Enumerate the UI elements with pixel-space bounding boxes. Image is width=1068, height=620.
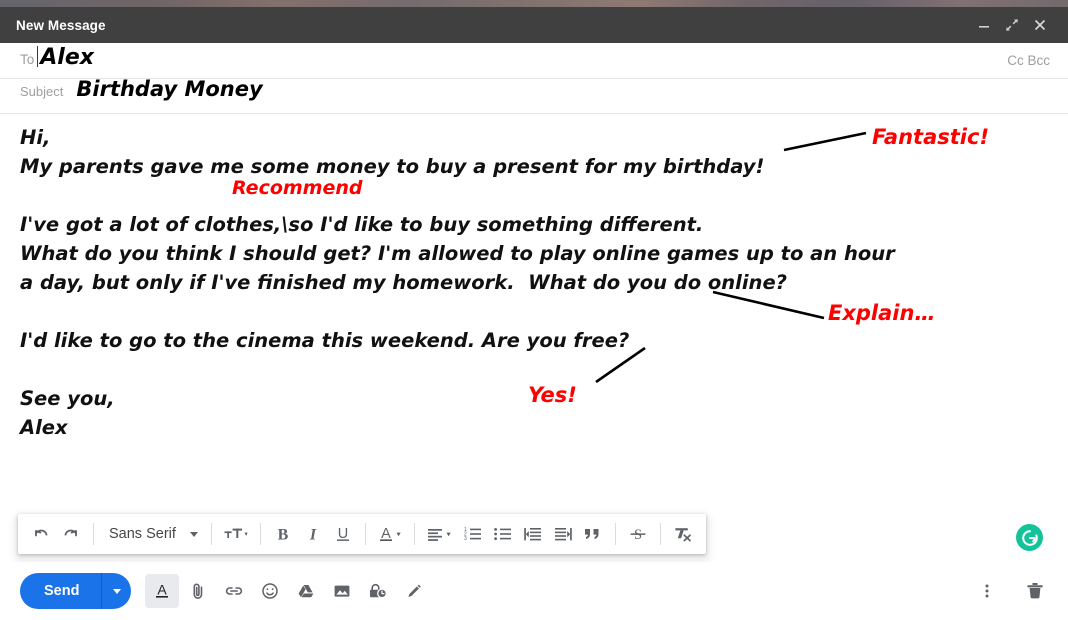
remove-formatting-button[interactable] (668, 518, 698, 550)
font-family-value: Sans Serif (109, 526, 176, 542)
compose-window-title: New Message (16, 17, 106, 33)
svg-text:I: I (309, 527, 317, 544)
toolbar-divider (614, 523, 616, 545)
send-button-group: Send (20, 573, 132, 609)
more-options-button[interactable] (970, 574, 1004, 608)
insert-photo-button[interactable] (325, 574, 359, 608)
window-controls (970, 11, 1054, 39)
annotation-fantastic: Fantastic! (872, 125, 990, 149)
annotation-explain: Explain… (828, 301, 936, 325)
confidential-mode-button[interactable] (361, 574, 395, 608)
insert-emoji-button[interactable] (253, 574, 287, 608)
indent-less-button[interactable] (518, 518, 548, 550)
indent-more-button[interactable] (548, 518, 578, 550)
chevron-down-icon (112, 588, 121, 594)
compose-action-icons: A (145, 574, 431, 608)
svg-text:3: 3 (464, 536, 467, 542)
toolbar-divider (364, 523, 366, 545)
bold-button[interactable]: B (268, 518, 298, 550)
toolbar-divider (93, 523, 94, 545)
svg-text:B: B (278, 527, 289, 544)
svg-text:A: A (158, 582, 168, 598)
insert-drive-file-button[interactable] (289, 574, 323, 608)
font-size-select[interactable] (219, 518, 253, 550)
quote-button[interactable] (578, 518, 608, 550)
to-label: To (20, 52, 35, 67)
cc-bcc-toggle[interactable]: Cc Bcc (1007, 53, 1050, 68)
undo-icon[interactable] (26, 518, 56, 550)
subject-input[interactable]: Birthday Money (76, 79, 1050, 100)
subject-label: Subject (20, 84, 64, 99)
formatting-options-button[interactable]: A (145, 574, 180, 608)
text-color-button[interactable]: A (373, 518, 407, 550)
italic-button[interactable]: I (298, 518, 328, 550)
minimize-button[interactable] (970, 11, 998, 39)
send-button[interactable]: Send (20, 573, 102, 609)
compose-title-bar: New Message (0, 7, 1068, 43)
toolbar-divider (413, 523, 415, 545)
bulleted-list-button[interactable] (488, 518, 518, 550)
send-options-button[interactable] (101, 573, 132, 609)
numbered-list-button[interactable]: 123 (458, 518, 488, 550)
annotation-recommend: Recommend (232, 177, 363, 199)
font-family-select[interactable]: Sans Serif (101, 518, 204, 550)
gmail-compose-window: New Message To Alex Cc Bcc Subject Birth… (0, 0, 1068, 620)
desktop-background-strip (0, 0, 1068, 7)
popout-button[interactable] (998, 11, 1026, 39)
chevron-down-icon (189, 531, 198, 537)
to-field-row[interactable]: To Alex Cc Bcc (0, 43, 1068, 79)
toolbar-divider (659, 523, 661, 545)
strikethrough-button[interactable]: S (623, 518, 653, 550)
annotation-yes: Yes! (528, 383, 577, 407)
close-button[interactable] (1026, 11, 1054, 39)
underline-button[interactable]: U (328, 518, 358, 550)
grammarly-icon[interactable] (1016, 524, 1043, 551)
to-input[interactable]: Alex (40, 47, 1007, 69)
formatting-toolbar: Sans Serif B I U A 1 2 3 (18, 514, 706, 554)
toolbar-divider (259, 523, 261, 545)
insert-link-button[interactable] (217, 574, 251, 608)
redo-icon[interactable] (56, 518, 86, 550)
bottom-right-actions (970, 574, 1052, 608)
to-text-cursor (37, 46, 39, 67)
discard-draft-button[interactable] (1018, 574, 1052, 608)
align-button[interactable] (422, 518, 458, 550)
insert-signature-button[interactable] (397, 574, 431, 608)
attach-file-button[interactable] (181, 574, 215, 608)
compose-bottom-bar: Send A (0, 562, 1068, 620)
subject-field-row[interactable]: Subject Birthday Money (0, 79, 1068, 114)
toolbar-divider (210, 523, 212, 545)
